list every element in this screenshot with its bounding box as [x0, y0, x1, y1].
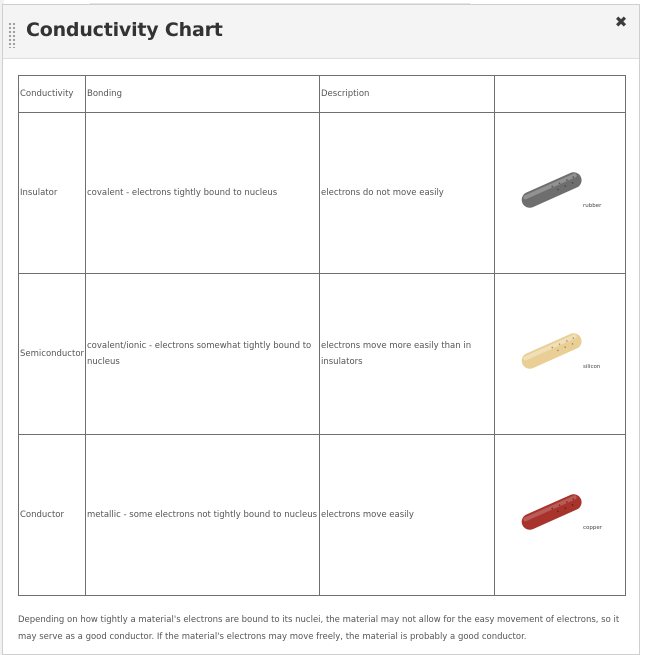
rod-label: copper: [583, 525, 603, 531]
header-description: Description: [319, 75, 495, 113]
dialog-titlebar[interactable]: Conductivity Chart ✖: [3, 5, 639, 59]
footer-paragraph: Depending on how tightly a material's el…: [18, 615, 620, 642]
cell-bonding: covalent - electrons tightly bound to nu…: [85, 112, 320, 274]
cell-description: electrons move more easily than in insul…: [319, 273, 495, 435]
cell-image: rubber: [494, 112, 626, 274]
rod-label: rubber: [583, 203, 602, 209]
header-image: [494, 75, 626, 113]
cell-bonding: covalent/ionic - electrons somewhat tigh…: [85, 273, 320, 435]
cell-image: silicon: [494, 273, 626, 435]
cell-description: electrons move easily: [319, 434, 495, 596]
header-conductivity: Conductivity: [18, 75, 86, 113]
copper-rod-image: [521, 494, 582, 530]
table-row: Semiconductor covalent/ionic - electrons…: [18, 273, 626, 435]
cell-conductivity: Insulator: [18, 112, 86, 274]
conductivity-table: Conductivity Bonding Description Insulat…: [18, 75, 626, 596]
silicon-rod-image: [521, 333, 582, 369]
table-header-row: Conductivity Bonding Description: [18, 75, 626, 113]
close-icon[interactable]: ✖: [613, 14, 629, 30]
cell-conductivity: Semiconductor: [18, 273, 86, 435]
drag-handle-icon[interactable]: [8, 22, 16, 48]
dialog-title: Conductivity Chart: [26, 19, 223, 41]
cell-bonding: metallic - some electrons not tightly bo…: [85, 434, 320, 596]
table-row: Conductor metallic - some electrons not …: [18, 434, 626, 596]
table-row: Insulator covalent - electrons tightly b…: [18, 112, 626, 274]
cell-image: copper: [494, 434, 626, 596]
conductivity-chart-dialog: Conductivity Chart ✖ Conductivity Bondin…: [2, 4, 640, 655]
header-bonding: Bonding: [85, 75, 320, 113]
rod-label: silicon: [583, 364, 601, 370]
cell-conductivity: Conductor: [18, 434, 86, 596]
rubber-rod-image: [521, 172, 582, 208]
cell-description: electrons do not move easily: [319, 112, 495, 274]
